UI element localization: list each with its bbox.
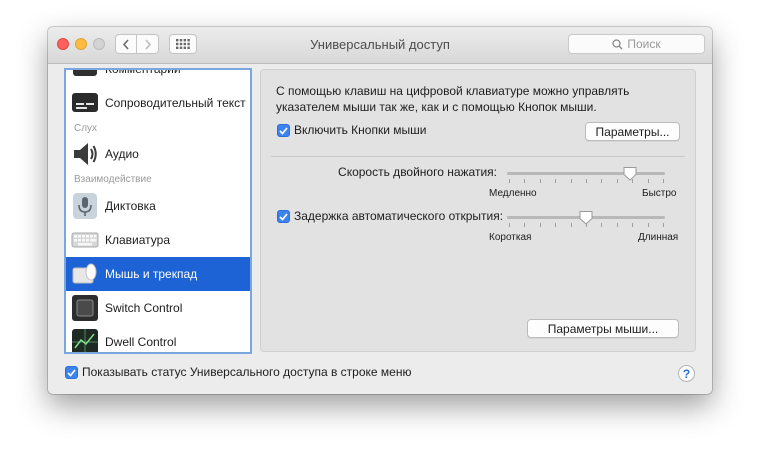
sidebar-item-label: Сопроводительный текст <box>105 96 246 110</box>
help-button[interactable]: ? <box>678 365 695 382</box>
sidebar-item-label: Клавиатура <box>105 233 170 247</box>
mouse-options-button[interactable]: Параметры мыши... <box>527 319 679 338</box>
sidebar-item-comments[interactable]: Комментарии <box>66 68 250 86</box>
slider-tick <box>555 179 557 183</box>
spring-loading-min-label: Короткая <box>489 232 532 243</box>
double-click-speed-track[interactable] <box>507 172 665 175</box>
slider-tick <box>586 179 587 183</box>
double-click-max-label: Быстро <box>642 188 677 199</box>
spring-loading-label: Задержка автоматического открытия: <box>294 209 504 223</box>
sidebar-item-label: Комментарии <box>105 68 181 76</box>
slider-tick <box>663 223 664 227</box>
sidebar-item-audio[interactable]: Аудио <box>66 137 250 171</box>
spring-loading-max-label: Длинная <box>638 232 679 243</box>
search-field[interactable]: Поиск <box>568 34 705 54</box>
double-click-speed-slider-thumb[interactable] <box>623 166 637 181</box>
slider-tick <box>570 223 572 227</box>
slider-tick <box>601 223 603 227</box>
slider-tick <box>647 179 649 183</box>
checkmark-icon <box>279 212 288 221</box>
search-placeholder: Поиск <box>627 37 661 51</box>
separator <box>271 156 685 157</box>
sidebar-item-label: Dwell Control <box>105 335 177 349</box>
slider-tick <box>539 179 541 183</box>
slider-tick <box>570 179 572 183</box>
sidebar-item-label: Мышь и трекпад <box>105 267 198 281</box>
slider-tick <box>616 223 618 227</box>
sidebar-item-dictation[interactable]: Диктовка <box>66 189 250 223</box>
captions-icon <box>72 93 98 112</box>
show-all-button[interactable] <box>169 34 197 54</box>
title-bar: Универсальный доступ Поиск <box>48 27 712 64</box>
slider-tick <box>632 223 634 227</box>
show-status-label: Показывать статус Универсального доступа… <box>82 365 412 379</box>
sidebar-item-label: Аудио <box>105 147 139 161</box>
category-list[interactable]: Комментарии Сопроводительный текст Слух … <box>64 68 252 354</box>
chevron-left-icon <box>122 38 129 50</box>
mouse-trackpad-icon <box>72 263 97 284</box>
slider-tick <box>509 179 510 183</box>
forward-button[interactable] <box>137 34 159 54</box>
sidebar-item-label: Switch Control <box>105 301 183 315</box>
description-line-1: С помощью клавиш на цифровой клавиатуре … <box>276 84 630 98</box>
double-click-speed-label: Скорость двойного нажатия: <box>338 165 497 179</box>
microphone-icon <box>73 193 97 219</box>
grid-icon <box>176 39 190 49</box>
section-header-hearing: Слух <box>74 123 98 134</box>
preferences-window: Универсальный доступ Поиск Комментарии С… <box>48 27 712 394</box>
slider-tick <box>555 223 557 227</box>
sidebar-item-switch-control[interactable]: Switch Control <box>66 291 250 325</box>
show-status-checkbox[interactable] <box>65 366 78 379</box>
checkmark-icon <box>67 368 76 377</box>
checkmark-icon <box>279 126 288 135</box>
sidebar-item-keyboard[interactable]: Клавиатура <box>66 223 250 257</box>
sidebar-item-label: Диктовка <box>105 199 156 213</box>
search-icon <box>612 38 623 49</box>
slider-tick <box>524 179 526 183</box>
slider-tick <box>663 179 664 183</box>
mouse-keys-panel: С помощью клавиш на цифровой клавиатуре … <box>260 69 696 352</box>
chevron-right-icon <box>144 38 151 50</box>
spring-loading-slider-thumb[interactable] <box>579 210 593 225</box>
slider-tick <box>616 179 618 183</box>
slider-tick <box>509 223 510 227</box>
mouse-keys-label: Включить Кнопки мыши <box>294 123 427 137</box>
section-header-interaction: Взаимодействие <box>74 174 152 185</box>
slider-tick <box>524 223 526 227</box>
sidebar-item-captions[interactable]: Сопроводительный текст <box>66 86 250 120</box>
spring-loading-checkbox[interactable] <box>277 210 290 223</box>
slider-tick <box>601 179 603 183</box>
switch-control-icon <box>72 295 98 321</box>
slider-tick <box>539 223 541 227</box>
slider-tick <box>647 223 649 227</box>
dwell-control-icon <box>72 329 98 352</box>
mouse-keys-options-button[interactable]: Параметры... <box>585 122 680 141</box>
back-button[interactable] <box>115 34 137 54</box>
sidebar-item-dwell-control[interactable]: Dwell Control <box>66 325 250 352</box>
speech-bubble-icon <box>73 70 97 76</box>
speaker-icon <box>74 143 97 165</box>
double-click-min-label: Медленно <box>489 188 537 199</box>
mouse-keys-checkbox[interactable] <box>277 124 290 137</box>
description-line-2: указателем мыши так же, как и с помощью … <box>276 100 597 114</box>
sidebar-item-mouse-trackpad[interactable]: Мышь и трекпад <box>66 257 250 291</box>
keyboard-icon <box>71 232 99 248</box>
